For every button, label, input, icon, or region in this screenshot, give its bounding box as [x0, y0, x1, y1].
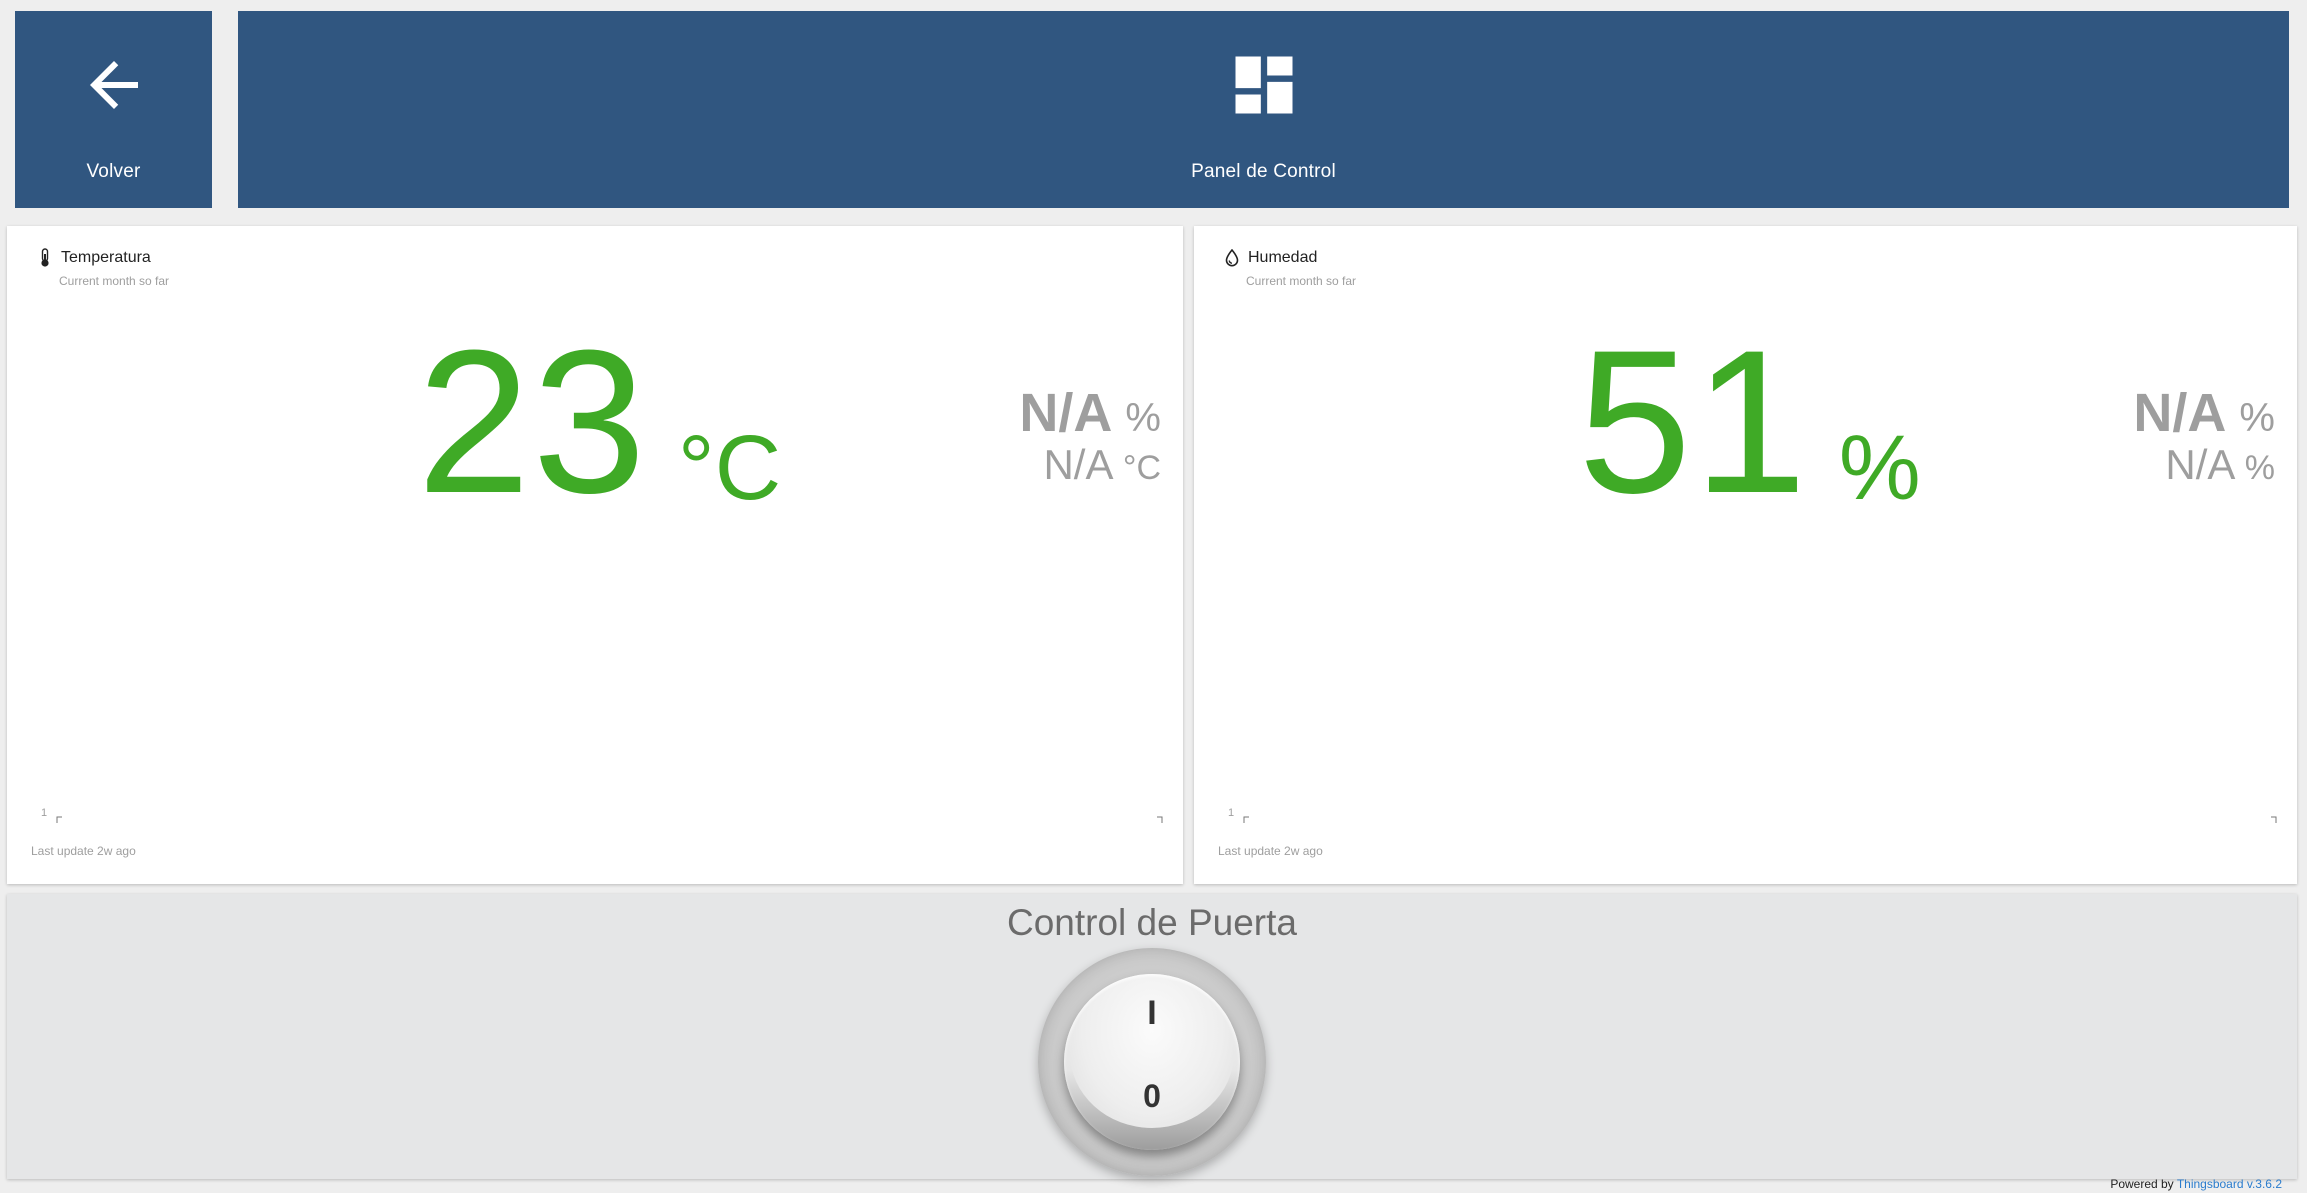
chart-corner-tl	[56, 816, 62, 823]
humidity-compare-unit: %	[2244, 449, 2275, 487]
humidity-value-number: 51	[1578, 308, 1809, 536]
humidity-chart: 1 -1	[1208, 576, 2277, 1066]
chart-corner-tl	[1243, 816, 1249, 823]
humidity-delta-unit: %	[2239, 396, 2275, 440]
temperature-chart-ymax-label: 1	[41, 807, 47, 819]
door-control-title: Control de Puerta	[1006, 902, 1297, 943]
temperature-delta-unit: %	[1125, 396, 1161, 440]
temperature-title: Temperatura	[61, 249, 151, 266]
thermometer-icon	[33, 246, 57, 270]
door-control-panel: Control de Puerta I 0	[7, 894, 2297, 1179]
temperature-last-update: Last update 2w ago	[31, 844, 136, 858]
humidity-compare-value: N/A	[2165, 441, 2234, 488]
temperature-compare-value: N/A	[1043, 441, 1112, 488]
humidity-card: Humedad Current month so far 51 % N/A % …	[1194, 226, 2297, 1066]
humidity-comparison: N/A % N/A %	[2133, 386, 2275, 486]
temperature-card: Temperatura Current month so far 23 °C N…	[7, 226, 1183, 1066]
door-switch-knob[interactable]: I 0	[1064, 974, 1240, 1150]
arrow-left-icon	[78, 37, 150, 133]
temperature-value-number: 23	[417, 308, 648, 536]
humidity-chart-ymax-label: 1	[1228, 807, 1234, 819]
temperature-chart: 1 -1	[21, 576, 1163, 1066]
control-panel-button[interactable]: Panel de Control	[238, 11, 2289, 208]
temperature-compare-unit: °C	[1122, 449, 1161, 487]
humidity-title: Humedad	[1248, 249, 1318, 266]
thingsboard-link[interactable]: Thingsboard v.3.6.2	[2177, 1177, 2282, 1191]
humidity-subtitle: Current month so far	[1246, 274, 1357, 288]
powered-by-footer: Powered by Thingsboard v.3.6.2	[2110, 1177, 2282, 1191]
dashboard-icon	[1226, 37, 1302, 133]
humidity-delta-value: N/A	[2133, 383, 2225, 443]
humidity-value: 51 %	[1578, 320, 1921, 524]
back-button[interactable]: Volver	[15, 11, 212, 208]
door-switch-off-label: 0	[1143, 1078, 1161, 1114]
chart-corner-tr	[2271, 816, 2277, 823]
powered-by-prefix: Powered by	[2110, 1177, 2174, 1191]
door-power-switch[interactable]: I 0	[1038, 948, 1266, 1176]
temperature-value: 23 °C	[417, 320, 781, 524]
humidity-header: Humedad	[1220, 246, 1317, 270]
control-panel-label: Panel de Control	[1191, 161, 1336, 182]
back-button-label: Volver	[86, 161, 141, 182]
temperature-delta-value: N/A	[1019, 383, 1111, 443]
door-switch-on-label: I	[1147, 994, 1157, 1032]
temperature-comparison: N/A % N/A °C	[1019, 386, 1161, 486]
chart-corner-tr	[1157, 816, 1163, 823]
temperature-header: Temperatura	[33, 246, 151, 270]
water-drop-icon	[1220, 246, 1244, 270]
humidity-value-unit: %	[1838, 417, 1921, 519]
temperature-subtitle: Current month so far	[59, 274, 170, 288]
temperature-value-unit: °C	[677, 417, 782, 519]
humidity-last-update: Last update 2w ago	[1218, 844, 1323, 858]
